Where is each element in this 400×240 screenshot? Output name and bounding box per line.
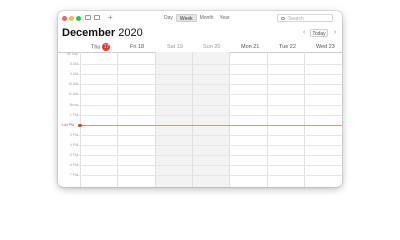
zoom-button[interactable] (76, 16, 81, 21)
close-button[interactable] (62, 16, 67, 21)
chevron-left-icon[interactable]: ‹ (303, 29, 305, 37)
hour-label: 6 PM (69, 163, 78, 167)
inbox-icon[interactable] (94, 15, 100, 20)
hour-line (77, 165, 342, 166)
view-month-button[interactable]: Month (197, 14, 217, 22)
hour-label: 1 PM (69, 113, 78, 117)
hour-line (77, 64, 342, 65)
view-day-button[interactable]: Day (161, 14, 176, 22)
plus-icon[interactable]: + (108, 13, 113, 23)
toolbar: + Day Week Month Year Search (58, 11, 342, 25)
hour-line (77, 94, 342, 95)
view-switcher: Day Week Month Year (161, 14, 233, 22)
column-divider (80, 52, 81, 187)
search-icon (281, 16, 285, 20)
today-badge: 17 (102, 43, 111, 51)
day-header-thu[interactable]: Thu 17 (91, 43, 111, 52)
column-divider (117, 52, 118, 187)
calendar-window: + Day Week Month Year Search December 20… (58, 11, 342, 187)
day-header-wed[interactable]: Wed 23 (316, 43, 335, 52)
calendars-icon[interactable] (85, 15, 91, 20)
view-year-button[interactable]: Year (217, 14, 233, 22)
weekend-column-sat[interactable] (155, 52, 192, 187)
column-divider (229, 52, 230, 187)
hour-line (77, 135, 342, 136)
current-time-line (80, 125, 342, 126)
hour-line (77, 155, 342, 156)
hour-label: Noon (69, 103, 78, 107)
hour-line (77, 145, 342, 146)
hour-label: 4 PM (69, 143, 78, 147)
hour-line (77, 105, 342, 106)
hour-line (77, 115, 342, 116)
hour-label: 10 AM (68, 82, 78, 86)
all-day-label: All Day (66, 52, 78, 56)
search-field[interactable]: Search (277, 14, 333, 22)
column-divider (192, 52, 193, 187)
hour-label: 7 PM (69, 173, 78, 177)
today-button[interactable]: Today (310, 29, 328, 37)
month-label: December (62, 27, 116, 39)
hour-label: 5 PM (69, 153, 78, 157)
hour-line (77, 84, 342, 85)
hour-label: 8 AM (70, 62, 78, 66)
weekend-column-sun[interactable] (192, 52, 229, 187)
column-divider (155, 52, 156, 187)
column-divider (267, 52, 268, 187)
hour-line (77, 74, 342, 75)
search-placeholder: Search (288, 16, 304, 22)
day-header-sun[interactable]: Sun 20 (203, 43, 220, 52)
day-header-mon[interactable]: Mon 21 (241, 43, 259, 52)
chevron-right-icon[interactable]: › (334, 29, 336, 37)
year-label: 2020 (118, 27, 143, 39)
hour-line (77, 175, 342, 176)
day-header-tue[interactable]: Tue 22 (279, 43, 296, 52)
view-week-button[interactable]: Week (175, 14, 197, 22)
current-time-dot (78, 123, 82, 127)
day-header-sat[interactable]: Sat 19 (167, 43, 183, 52)
current-time-label: 1:44 PM (61, 123, 75, 127)
page-title: December 2020 (62, 27, 143, 39)
column-divider (304, 52, 305, 187)
day-label: Thu (91, 44, 101, 51)
hour-label: 11 AM (68, 92, 78, 96)
minimize-button[interactable] (69, 16, 74, 21)
hour-label: 3 PM (69, 133, 78, 137)
day-header-fri[interactable]: Fri 18 (130, 43, 144, 52)
hour-label: 9 AM (70, 72, 78, 76)
